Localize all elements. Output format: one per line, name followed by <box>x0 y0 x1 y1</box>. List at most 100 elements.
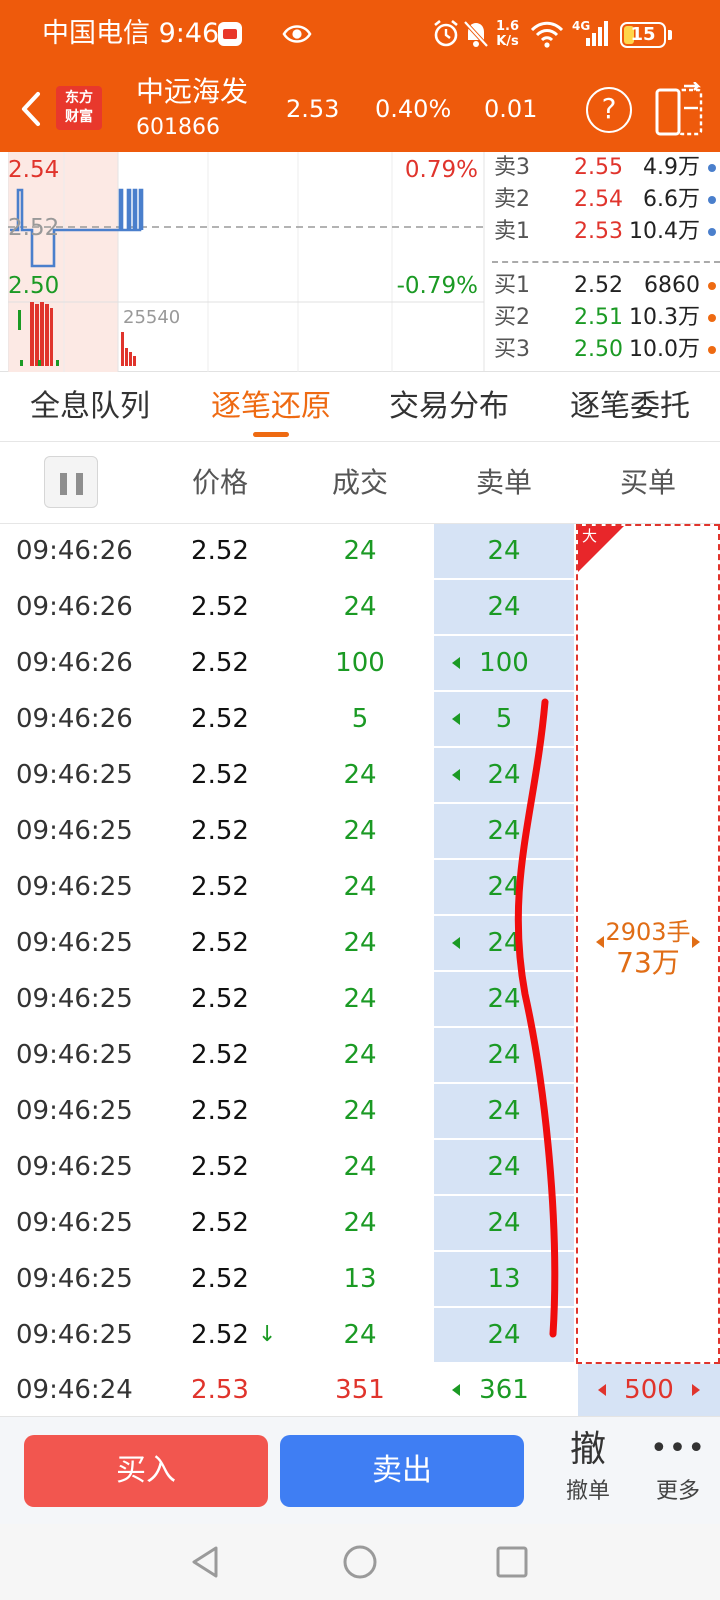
ask-row: 卖1 2.53 10.4万 <box>492 216 720 248</box>
tick-price: 2.52 <box>191 760 249 790</box>
bid-volume: 10.3万 <box>629 305 700 330</box>
eye-icon <box>282 25 312 43</box>
last-buy-cell[interactable]: 500 <box>578 1364 720 1416</box>
sell-marker-icon <box>452 657 460 669</box>
tick-time: 09:46:26 <box>16 592 133 622</box>
tick-price: 2.53 <box>191 1375 249 1405</box>
tick-sell: 24 <box>487 1152 521 1182</box>
tick-volume: 24 <box>343 816 377 846</box>
wifi-icon <box>530 21 564 48</box>
tick-price: 2.52 <box>191 592 249 622</box>
nav-back-icon[interactable] <box>186 1542 226 1582</box>
column-header: 价格 成交 卖单 买单 <box>0 442 720 524</box>
cancel-order-label[interactable]: 撤单 <box>548 1477 628 1507</box>
tick-sell: 24 <box>487 872 521 902</box>
ask-dot-icon <box>708 196 716 204</box>
tick-sell: 24 <box>487 536 521 566</box>
book-divider <box>492 261 720 263</box>
battery-icon: 15 <box>620 22 666 48</box>
tick-volume: 24 <box>343 984 377 1014</box>
chart-mid-price: 2.52 <box>8 215 60 241</box>
system-nav-bar <box>0 1524 720 1600</box>
col-price: 价格 <box>191 466 248 499</box>
stock-header: 东方 财富 中远海发 601866 2.53 0.40% 0.01 ? <box>0 68 720 152</box>
status-carrier-time: 中国电信 9:46 <box>42 16 219 52</box>
back-arrow-icon[interactable] <box>16 88 44 130</box>
more-label[interactable]: 更多 <box>638 1477 718 1507</box>
network-speed: 1.6 K/s <box>496 19 519 49</box>
order-book: 卖3 2.55 4.9万 卖2 2.54 6.6万 卖1 2.53 10.4万 … <box>492 152 720 372</box>
battery-cap <box>668 30 672 40</box>
chart-top-price: 2.54 <box>8 157 60 183</box>
tick-time: 09:46:25 <box>16 760 133 790</box>
chart-bottom-price: 2.50 <box>8 273 60 299</box>
tick-sell: 24 <box>487 1208 521 1238</box>
down-arrow-icon: ↓ <box>258 1322 277 1347</box>
tick-time: 09:46:25 <box>16 816 133 846</box>
tick-sell: 13 <box>487 1264 521 1294</box>
tick-price: 2.52 <box>191 1208 249 1238</box>
bid-price: 2.52 <box>574 273 623 298</box>
big-order-badge-label: 大 <box>582 527 598 545</box>
tick-price: 2.52 <box>191 928 249 958</box>
table-row[interactable]: 09:46:24 2.53 351 361 500 <box>0 1364 720 1416</box>
tick-sell: 24 <box>487 1096 521 1126</box>
tick-volume: 5 <box>351 704 369 734</box>
nav-recents-icon[interactable] <box>492 1542 532 1582</box>
pause-button[interactable] <box>44 456 98 508</box>
speed-value: 1.6 <box>496 19 520 34</box>
tick-sell: 24 <box>487 984 521 1014</box>
tab-bar: 全息队列 逐笔还原 交易分布 逐笔委托 <box>0 372 720 442</box>
col-volume: 成交 <box>331 466 388 499</box>
split-layout-icon[interactable] <box>654 82 704 138</box>
nav-home-icon[interactable] <box>340 1542 380 1582</box>
tick-list[interactable]: 09:46:26 2.52 24 24 09:46:26 2.52 24 24 09:46:26… <box>0 524 720 1416</box>
tick-volume: 13 <box>343 1264 377 1294</box>
ask-label: 卖2 <box>494 187 530 212</box>
tick-time: 09:46:25 <box>16 872 133 902</box>
header-change-pct: 0.40% <box>375 95 452 123</box>
ask-price: 2.54 <box>574 187 623 212</box>
intraday-chart-svg <box>7 152 485 372</box>
cancel-order-icon[interactable]: 撤 <box>548 1427 628 1473</box>
tick-volume: 351 <box>335 1375 385 1405</box>
tick-time: 09:46:25 <box>16 1096 133 1126</box>
action-bar: 买入 卖出 撤 撤单 ••• 更多 <box>0 1416 720 1524</box>
svg-text:4G: 4G <box>572 19 590 33</box>
header-price: 2.53 <box>286 95 340 123</box>
ask-label: 卖1 <box>494 219 530 244</box>
tab-active-indicator <box>253 432 289 437</box>
tick-sell: 361 <box>479 1375 529 1405</box>
help-button[interactable]: ? <box>586 87 632 133</box>
bid-volume: 6860 <box>644 273 700 298</box>
tick-time: 09:46:25 <box>16 1152 133 1182</box>
alarm-icon <box>434 19 458 47</box>
tick-price: 2.52 <box>191 704 249 734</box>
ask-price: 2.53 <box>574 219 623 244</box>
signal-icon: 4G <box>572 19 608 46</box>
tab-full-queue[interactable]: 全息队列 <box>18 382 162 432</box>
tick-price: 2.52 <box>191 1152 249 1182</box>
speed-unit: K/s <box>496 34 519 49</box>
bid-row: 买2 2.51 10.3万 <box>492 302 720 334</box>
next-arrow-icon[interactable] <box>692 936 700 948</box>
intraday-chart[interactable]: 2.54 2.52 2.50 0.79% -0.79% 25540 <box>7 152 488 372</box>
tick-volume: 24 <box>343 1096 377 1126</box>
tab-tick-orders[interactable]: 逐笔委托 <box>558 382 702 432</box>
buy-order-block[interactable]: 大 2903手 73万 <box>576 524 720 1364</box>
tick-price: 2.52 <box>191 1264 249 1294</box>
tick-time: 09:46:26 <box>16 536 133 566</box>
tick-price: 2.52 <box>191 648 249 678</box>
tick-price: 2.52 <box>191 1040 249 1070</box>
pause-bar-icon <box>76 473 83 495</box>
buy-button[interactable]: 买入 <box>24 1435 268 1507</box>
more-icon[interactable]: ••• <box>638 1429 718 1469</box>
tab-tick-restore[interactable]: 逐笔还原 <box>199 382 343 432</box>
ask-volume: 10.4万 <box>629 219 700 244</box>
tick-volume: 24 <box>343 872 377 902</box>
mute-icon <box>463 20 489 48</box>
tick-price: 2.52 <box>191 536 249 566</box>
sell-button[interactable]: 卖出 <box>280 1435 524 1507</box>
tab-trade-distribution[interactable]: 交易分布 <box>377 382 521 432</box>
header-change: 0.01 <box>484 95 538 123</box>
